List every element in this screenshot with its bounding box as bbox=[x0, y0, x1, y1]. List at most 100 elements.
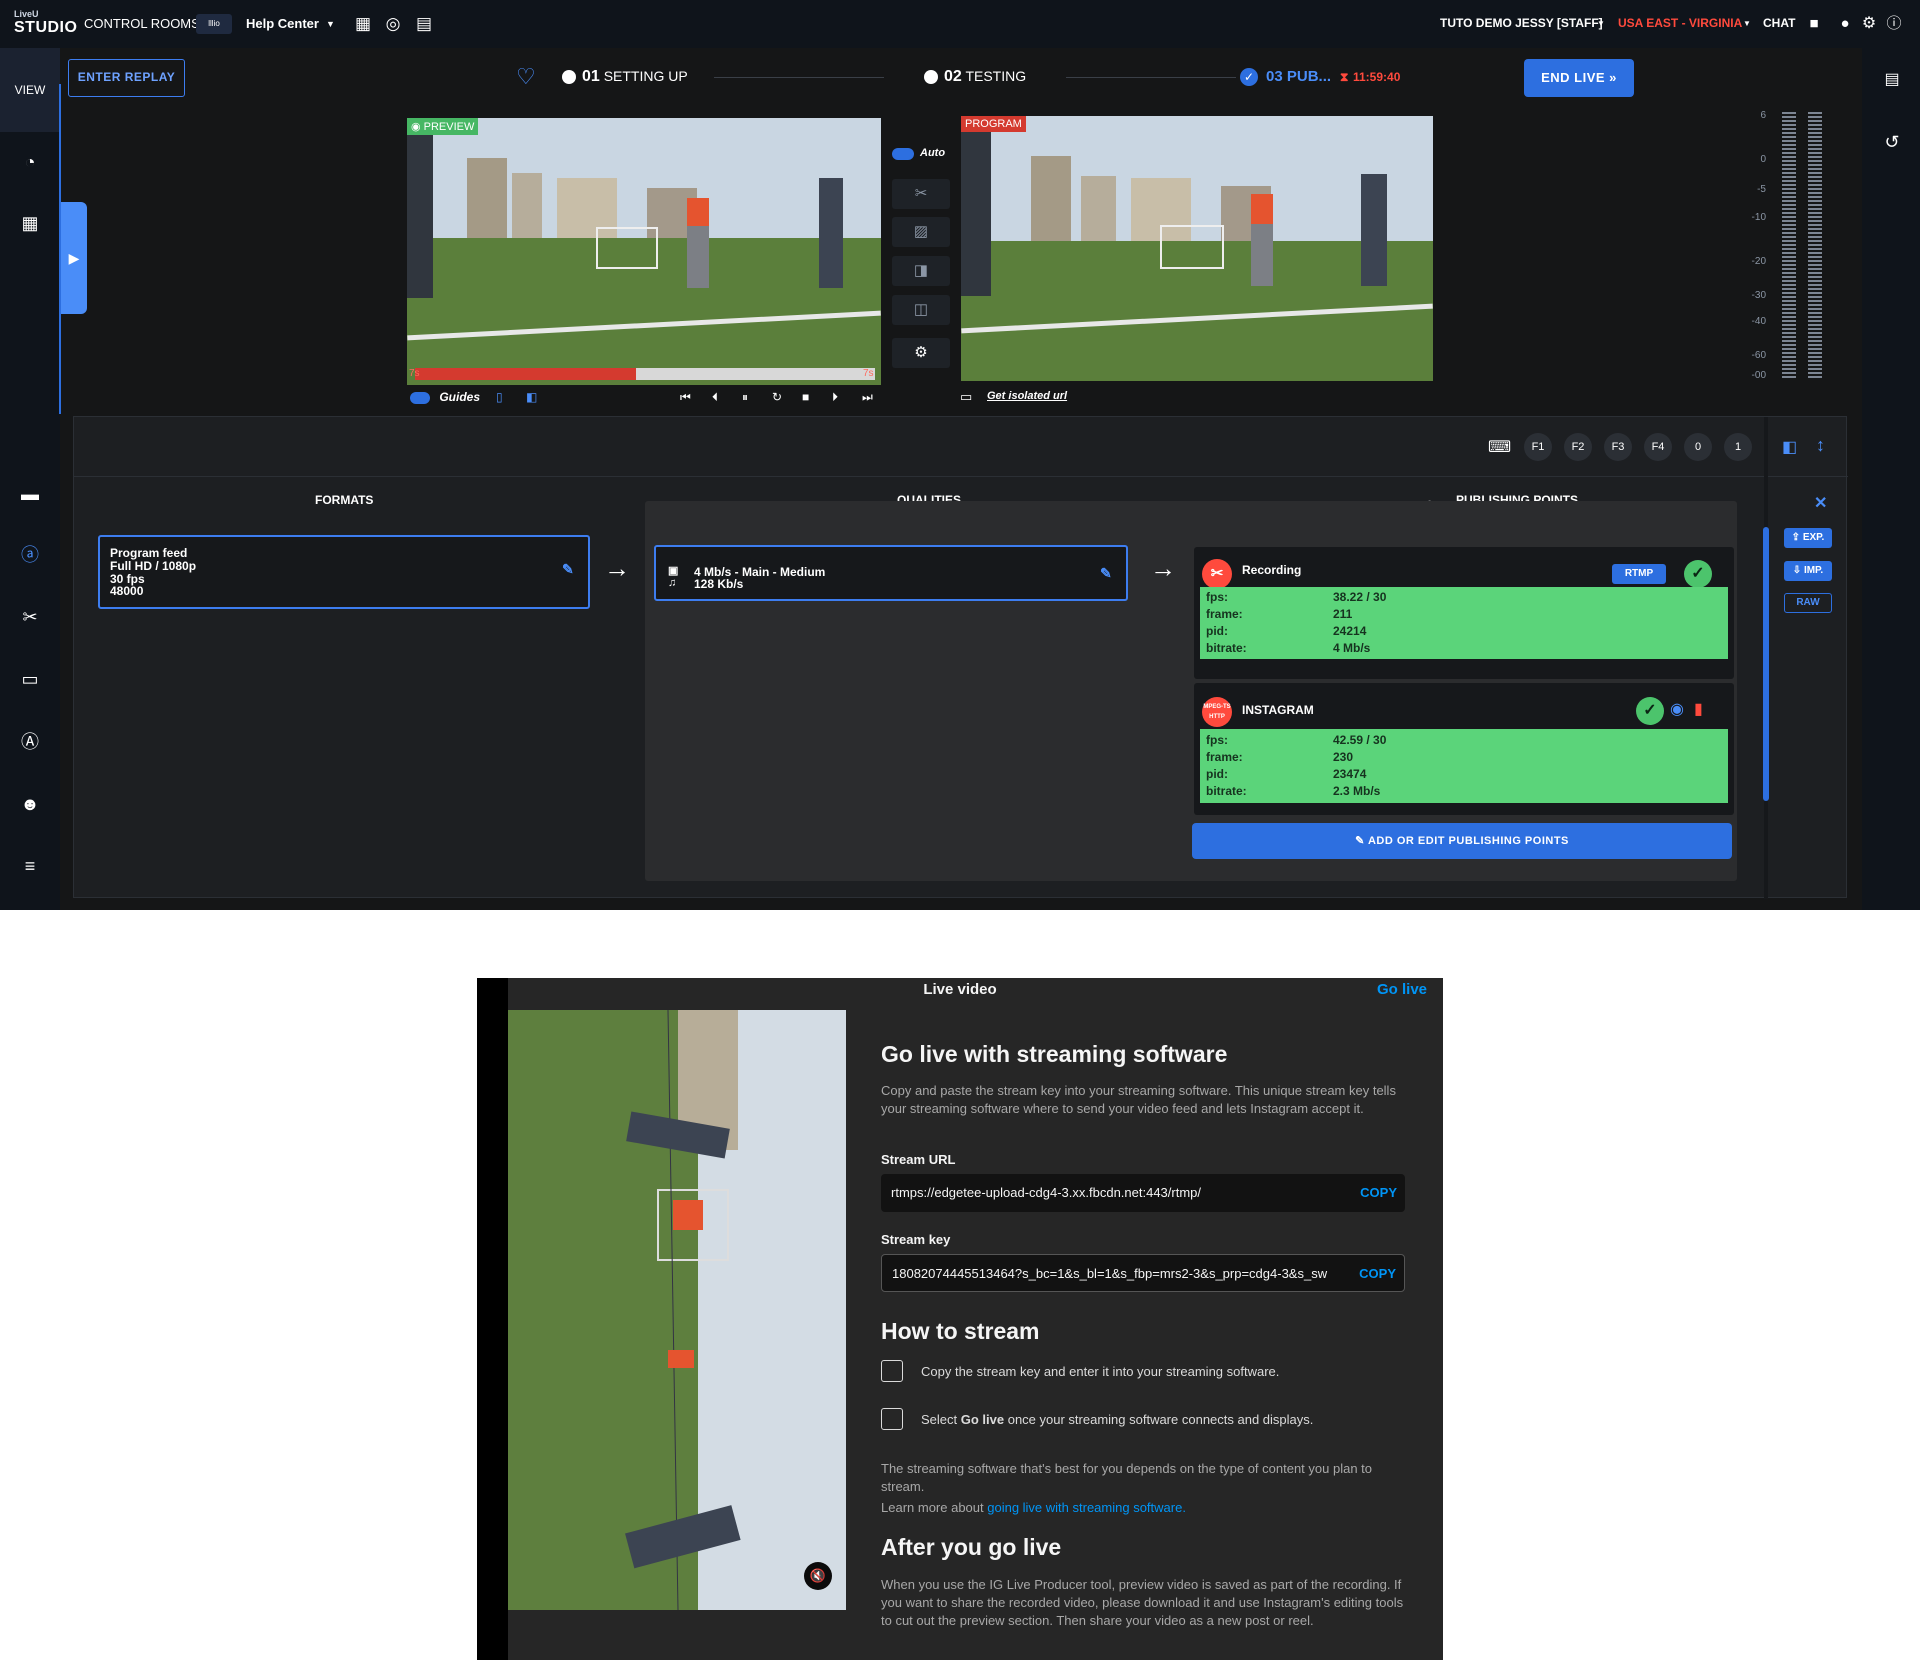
learn-more-pre: Learn more about bbox=[881, 1500, 988, 1515]
resize-vertical-icon[interactable]: ↕ bbox=[1816, 435, 1825, 456]
stat-value: 211 bbox=[1333, 607, 1353, 621]
caption-icon[interactable]: ▭ bbox=[18, 667, 42, 691]
chevron-down-icon[interactable]: ▼ bbox=[326, 19, 335, 29]
preview-monitor[interactable]: ◉ PREVIEW 7s 7s bbox=[407, 118, 881, 385]
step-testing[interactable]: 02 TESTING bbox=[944, 68, 1026, 86]
copy-layers-icon[interactable]: ◧ bbox=[526, 390, 537, 404]
copy-key-button[interactable]: COPY bbox=[1359, 1266, 1396, 1281]
meter-label: -40 bbox=[1751, 316, 1766, 327]
fkey-button[interactable]: 1 bbox=[1724, 433, 1752, 461]
mixer-sliders-icon[interactable]: ≡ bbox=[18, 854, 42, 878]
chevron-down-icon[interactable]: ▼ bbox=[1743, 19, 1751, 28]
step-back-icon[interactable]: ⏴ bbox=[712, 390, 718, 405]
info-icon[interactable]: ⓘ bbox=[1883, 13, 1905, 35]
fkey-button[interactable]: F4 bbox=[1644, 433, 1672, 461]
format-card[interactable]: Program feed Full HD / 1080p 30 fps 4800… bbox=[98, 535, 590, 609]
guides-toggle[interactable]: Guides bbox=[410, 390, 480, 404]
download-icon: ⇩ bbox=[1792, 565, 1804, 576]
help-center-menu[interactable]: Help Center bbox=[246, 16, 319, 31]
monitor-icon: ▭ bbox=[960, 389, 973, 404]
logo-small-text: LiveU bbox=[14, 9, 39, 19]
guests-icon[interactable]: ☻ bbox=[18, 792, 42, 816]
wipe-transition-icon[interactable]: ◨ bbox=[892, 256, 950, 286]
stream-key-value[interactable]: 18082074445513464?s_bc=1&s_bl=1&s_fbp=mr… bbox=[892, 1266, 1362, 1281]
quality-card[interactable]: ▣ 4 Mb/s - Main - Medium ♫ 128 Kb/s ✎ bbox=[654, 545, 1128, 601]
cut-transition-icon[interactable]: ✂ bbox=[892, 179, 950, 209]
go-live-button[interactable]: Go live bbox=[1377, 981, 1427, 998]
sidebar-expand-tab[interactable]: ▶ bbox=[61, 202, 87, 314]
trash-icon[interactable]: ▮ bbox=[1694, 699, 1703, 719]
fade-transition-icon[interactable]: ◫ bbox=[892, 295, 950, 325]
lightbulb-icon[interactable]: ♡ bbox=[516, 64, 536, 90]
chat-button[interactable]: CHAT bbox=[1763, 16, 1795, 30]
view-tab[interactable]: VIEW bbox=[0, 48, 60, 132]
gear-icon[interactable]: ⚙ bbox=[1858, 13, 1880, 35]
step-publishing[interactable]: 03 PUB... bbox=[1266, 68, 1331, 85]
list-panel-icon[interactable]: ▤ bbox=[1880, 68, 1904, 92]
edit-pencil-icon[interactable]: ✎ bbox=[562, 562, 574, 576]
copy-layers-icon[interactable]: ◧ bbox=[1782, 437, 1797, 457]
fkey-button[interactable]: 0 bbox=[1684, 433, 1712, 461]
step-forward-icon[interactable]: ⏵ bbox=[832, 390, 838, 405]
fkey-button[interactable]: F3 bbox=[1604, 433, 1632, 461]
step-setting-up[interactable]: 01 SETTING UP bbox=[582, 68, 688, 86]
chat-bubble-icon[interactable]: ■ bbox=[1803, 13, 1825, 35]
stream-url-field[interactable]: rtmps://edgetee-upload-cdg4-3.xx.fbcdn.n… bbox=[881, 1174, 1405, 1212]
import-button[interactable]: ⇩ IMP. bbox=[1784, 561, 1832, 581]
mute-speaker-icon[interactable]: 🔇 bbox=[804, 1562, 832, 1590]
intro-text: Copy and paste the stream key into your … bbox=[881, 1083, 1396, 1116]
publishing-point-recording[interactable]: ✂ Recording RTMP ✓ fps: 38.22 / 30 frame… bbox=[1194, 547, 1734, 679]
fkey-button[interactable]: F1 bbox=[1524, 433, 1552, 461]
layout-icon[interactable]: ▤ bbox=[413, 13, 435, 35]
publishing-point-name: INSTAGRAM bbox=[1242, 703, 1314, 717]
instagram-preview-video[interactable]: 🔇 bbox=[508, 1010, 846, 1610]
text-overlay-icon[interactable]: Ⓐ bbox=[18, 730, 42, 754]
keyboard-icon[interactable]: ⌨ bbox=[1488, 437, 1511, 457]
how-step-2: Select Go live once your streaming softw… bbox=[921, 1412, 1313, 1427]
export-button[interactable]: ⇪ EXP. bbox=[1784, 528, 1832, 548]
skip-start-icon[interactable]: ⏮ bbox=[680, 390, 691, 405]
get-isolated-url-link[interactable]: Get isolated url bbox=[987, 390, 1067, 402]
dissolve-transition-icon[interactable]: ▨ bbox=[892, 217, 950, 247]
calendar-icon[interactable]: ▦ bbox=[352, 13, 374, 35]
scissors-icon[interactable]: ✂ bbox=[18, 605, 42, 629]
layout-grid-icon[interactable]: ▦ bbox=[18, 211, 42, 235]
chevron-down-icon[interactable]: ▼ bbox=[1597, 19, 1605, 28]
stream-key-field[interactable]: 18082074445513464?s_bc=1&s_bl=1&s_fbp=mr… bbox=[881, 1254, 1405, 1292]
eye-icon[interactable]: ◉ bbox=[1670, 699, 1684, 719]
stream-url-value[interactable]: rtmps://edgetee-upload-cdg4-3.xx.fbcdn.n… bbox=[891, 1185, 1361, 1200]
close-icon[interactable]: ✕ bbox=[1814, 493, 1827, 513]
stop-icon[interactable]: ■ bbox=[802, 390, 809, 404]
dashboard-gauge-icon[interactable]: ◔ bbox=[18, 150, 42, 174]
panel-scrollbar[interactable] bbox=[1763, 527, 1769, 801]
replay-icon[interactable]: ↻ bbox=[772, 390, 782, 404]
instagram-live-modal: Live video Go live 🔇 Go live with stream… bbox=[477, 978, 1443, 1660]
lifebuoy-icon[interactable]: ◎ bbox=[382, 13, 404, 35]
mobile-icon[interactable]: ▯ bbox=[496, 390, 503, 404]
undo-icon[interactable]: ↺ bbox=[1880, 130, 1904, 154]
control-rooms-link[interactable]: CONTROL ROOMS bbox=[84, 16, 200, 31]
broadcast-icon[interactable]: ⓐ bbox=[18, 543, 42, 567]
raw-button[interactable]: RAW bbox=[1784, 593, 1832, 613]
panel-toolbar: ⌨ F1 F2 F3 F4 0 1 ◧ ↕ bbox=[74, 417, 1848, 477]
region-selector[interactable]: USA EAST - VIRGINIA bbox=[1618, 16, 1742, 30]
pause-icon[interactable]: ⏸ bbox=[742, 390, 748, 405]
skip-end-icon[interactable]: ⏭ bbox=[862, 390, 873, 405]
add-edit-publishing-points-button[interactable]: ✎ ADD OR EDIT PUBLISHING POINTS bbox=[1192, 823, 1732, 859]
end-live-button[interactable]: END LIVE » bbox=[1524, 59, 1634, 97]
transition-settings-gear-icon[interactable]: ⚙ bbox=[892, 338, 950, 368]
enter-replay-button[interactable]: ENTER REPLAY bbox=[68, 59, 185, 97]
learn-more-link[interactable]: going live with streaming software. bbox=[987, 1500, 1186, 1515]
publishing-point-instagram[interactable]: MPEG-TS HTTP INSTAGRAM ✓ ◉ ▮ fps: 42.59 … bbox=[1194, 683, 1734, 815]
user-icon[interactable]: ● bbox=[1834, 13, 1856, 35]
camera-icon[interactable]: ▬ bbox=[18, 482, 42, 506]
fkey-button[interactable]: F2 bbox=[1564, 433, 1592, 461]
program-monitor[interactable]: PROGRAM bbox=[961, 116, 1433, 381]
auto-toggle-switch[interactable] bbox=[892, 148, 914, 160]
user-menu[interactable]: TUTO DEMO JESSY [STAFF] bbox=[1440, 16, 1603, 30]
copy-url-button[interactable]: COPY bbox=[1360, 1185, 1397, 1200]
edit-pencil-icon[interactable]: ✎ bbox=[1100, 566, 1112, 580]
guides-label: Guides bbox=[439, 390, 481, 404]
liveu-studio-logo[interactable]: LiveU STUDIO bbox=[14, 9, 77, 38]
preview-scrubber[interactable] bbox=[415, 368, 875, 380]
